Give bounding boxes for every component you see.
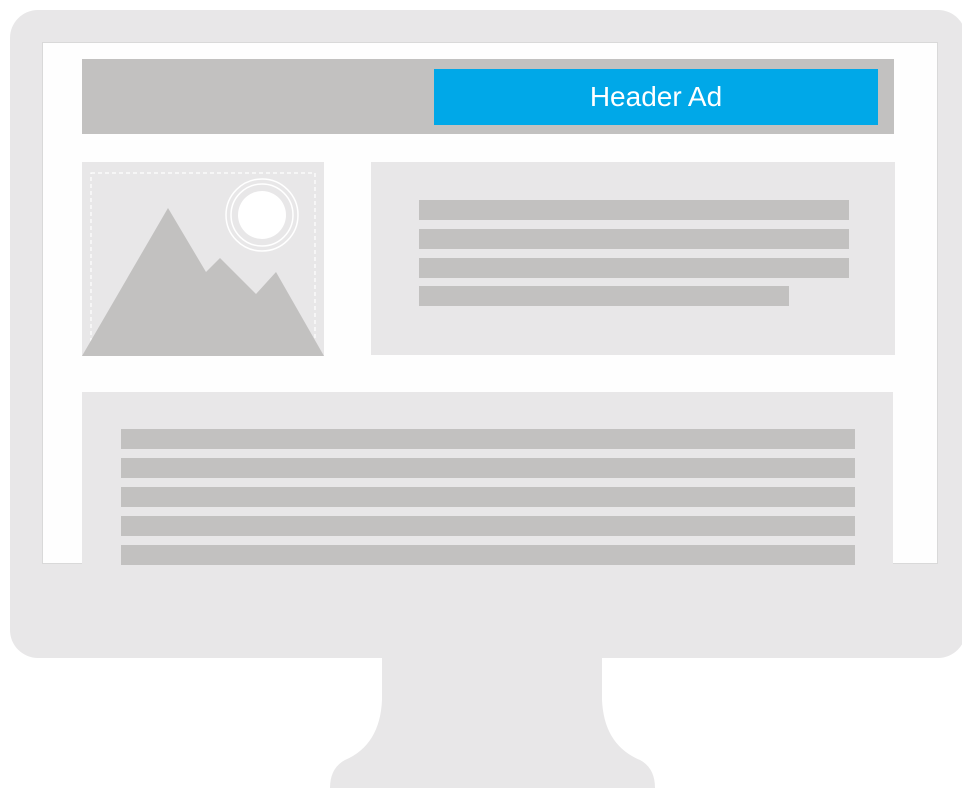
text-line	[121, 545, 855, 565]
body-content-panel	[82, 392, 893, 565]
header-ad-banner[interactable]: Header Ad	[434, 69, 878, 125]
image-placeholder	[82, 162, 324, 356]
text-line	[121, 429, 855, 449]
text-line	[419, 200, 849, 220]
text-line	[121, 516, 855, 536]
mountain-sun-icon	[82, 172, 324, 356]
text-line	[121, 458, 855, 478]
text-line	[419, 229, 849, 249]
text-line	[419, 258, 849, 278]
monitor-illustration: Header Ad	[0, 0, 962, 788]
text-line	[419, 286, 789, 306]
text-line	[121, 487, 855, 507]
